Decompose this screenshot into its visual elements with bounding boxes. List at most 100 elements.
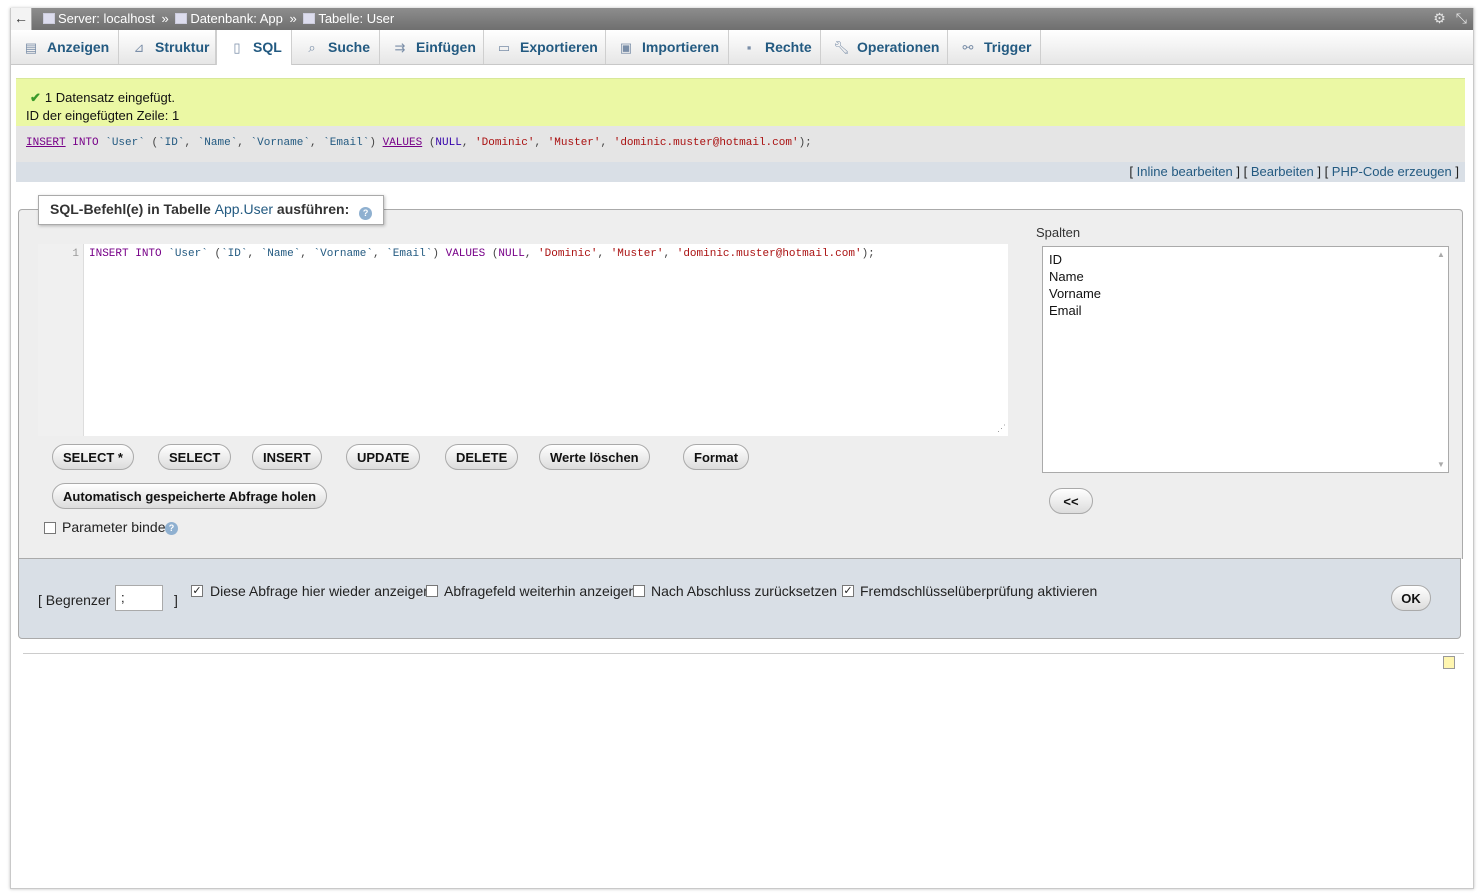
editor-content[interactable]: INSERT INTO `User` (`ID`, `Name`, `Vorna… (89, 248, 875, 260)
clear-values-button[interactable]: Werte löschen (539, 444, 650, 470)
privileges-icon: ▪ (746, 40, 752, 55)
table-browse-icon: ▤ (24, 40, 38, 55)
delimiter-input[interactable]: ; (115, 585, 163, 611)
gear-icon[interactable]: ⚙ (1433, 10, 1446, 26)
column-option-id[interactable]: ID (1049, 252, 1062, 267)
column-option-vorname[interactable]: Vorname (1049, 286, 1101, 301)
columns-listbox[interactable]: ID Name Vorname Email ▲ ▼ (1042, 246, 1449, 473)
resize-grip-icon[interactable]: ⋰ (997, 423, 1006, 434)
sql-editor[interactable]: 1 INSERT INTO `User` (`ID`, `Name`, `Vor… (38, 244, 1008, 436)
retain-query-box-checkbox[interactable] (426, 585, 438, 597)
bind-parameters-checkbox[interactable] (44, 522, 56, 534)
table-link[interactable]: App.User (215, 201, 273, 217)
tab-label: SQL (253, 39, 282, 55)
foreign-key-checks-label: Fremdschlüsselüberprüfung aktivieren (860, 583, 1098, 599)
restore-autosaved-query-button[interactable]: Automatisch gespeicherte Abfrage holen (52, 483, 328, 509)
tab-label: Anzeigen (47, 39, 110, 55)
structure-icon: ⊿ (133, 40, 145, 55)
table-icon (303, 13, 316, 24)
help-icon[interactable]: ? (359, 207, 373, 220)
delimiter-close: ] (174, 592, 178, 608)
breadcrumb-separator: » (161, 11, 169, 26)
tab-struktur[interactable]: ⊿ Struktur (119, 30, 216, 64)
select-all-button[interactable]: SELECT * (52, 444, 134, 470)
tab-label: Exportieren (520, 39, 598, 55)
show-query-again-checkbox[interactable]: ✓ (191, 585, 203, 597)
delimiter-label: [ Begrenzer (38, 592, 111, 608)
scroll-up-icon[interactable]: ▲ (1437, 250, 1445, 259)
breadcrumb-bar: ← Server: localhost » Datenbank: App » T… (11, 8, 1473, 30)
console-icon[interactable] (1443, 656, 1455, 669)
query-actions-bar: [ Inline bearbeiten ] [ Bearbeiten ] [ P… (16, 162, 1465, 182)
line-number-gutter: 1 (38, 244, 84, 436)
select-button[interactable]: SELECT (158, 444, 232, 470)
breadcrumb: Server: localhost » Datenbank: App » Tab… (43, 11, 394, 26)
rollback-label: Nach Abschluss zurücksetzen (651, 583, 837, 599)
edit-link[interactable]: Bearbeiten (1251, 164, 1314, 179)
format-button[interactable]: Format (683, 444, 750, 470)
query-options-bar: [ Begrenzer ; ] ✓ Diese Abfrage hier wie… (18, 558, 1461, 639)
column-option-email[interactable]: Email (1049, 303, 1082, 318)
executed-query-box: INSERT INTO `User` (`ID`, `Name`, `Vorna… (16, 126, 1465, 162)
delete-button[interactable]: DELETE (445, 444, 519, 470)
tab-operationen[interactable]: 🔧︎ Operationen (821, 30, 948, 64)
bind-parameters-label: Parameter binden (62, 519, 174, 535)
tab-sql[interactable]: ▯ SQL (216, 30, 292, 65)
trigger-icon: ⚯ (962, 40, 974, 55)
tab-importieren[interactable]: ▣ Importieren (606, 30, 729, 64)
checkmark-icon: ✔ (30, 90, 41, 105)
tab-trigger[interactable]: ⚯ Trigger (948, 30, 1041, 64)
breadcrumb-server[interactable]: Server: localhost (58, 11, 155, 26)
rollback-checkbox[interactable] (633, 585, 645, 597)
executed-query[interactable]: INSERT INTO `User` (`ID`, `Name`, `Vorna… (26, 137, 812, 149)
success-message: ✔ 1 Datensatz eingefügt. ID der eingefügt… (16, 78, 1465, 127)
tab-anzeigen[interactable]: ▤ Anzeigen (11, 30, 119, 64)
wrench-icon: 🔧︎ (833, 40, 850, 55)
column-option-name[interactable]: Name (1049, 269, 1084, 284)
tab-einfuegen[interactable]: ⇉ Einfügen (380, 30, 484, 64)
tab-label: Suche (328, 39, 371, 55)
export-icon: ▭ (497, 40, 511, 55)
back-arrow-icon[interactable]: ← (11, 8, 32, 30)
collapse-icon[interactable]: ⤡ (1456, 10, 1467, 26)
database-icon (175, 13, 188, 24)
tab-label: Rechte (765, 39, 812, 55)
columns-scrollbar[interactable]: ▲ ▼ (1434, 247, 1448, 472)
table-tabs: ▤ Anzeigen ⊿ Struktur ▯ SQL ⌕ Suche ⇉ Einfüge… (11, 30, 1473, 65)
tab-exportieren[interactable]: ▭ Exportieren (484, 30, 606, 64)
php-code-link[interactable]: PHP-Code erzeugen (1332, 164, 1452, 179)
breadcrumb-database[interactable]: Datenbank: App (190, 11, 283, 26)
breadcrumb-separator: » (289, 11, 297, 26)
tab-label: Struktur (155, 39, 210, 55)
insert-icon: ⇉ (394, 40, 406, 55)
success-line: ✔ 1 Datensatz eingefügt. (30, 90, 175, 106)
server-icon (43, 13, 55, 24)
breadcrumb-table[interactable]: Tabelle: User (318, 11, 394, 26)
ok-button[interactable]: OK (1391, 585, 1431, 611)
inserted-id-text: ID der eingefügten Zeile: 1 (26, 108, 180, 123)
insert-column-button[interactable]: << (1049, 488, 1093, 514)
tab-label: Trigger (984, 39, 1032, 55)
success-text: 1 Datensatz eingefügt. (44, 90, 175, 105)
search-icon: ⌕ (308, 40, 316, 55)
tab-label: Einfügen (416, 39, 476, 55)
line-number: 1 (72, 248, 79, 260)
foreign-key-checks-checkbox[interactable]: ✓ (842, 585, 854, 597)
insert-button[interactable]: INSERT (252, 444, 322, 470)
sql-icon: ▯ (233, 40, 241, 55)
divider (23, 653, 1464, 654)
import-icon: ▣ (619, 40, 633, 55)
tab-suche[interactable]: ⌕ Suche (292, 30, 380, 64)
help-icon[interactable]: ? (165, 522, 178, 535)
legend-prefix: SQL-Befehl(e) in Tabelle (50, 201, 211, 217)
scroll-down-icon[interactable]: ▼ (1437, 460, 1445, 469)
retain-query-box-label: Abfragefeld weiterhin anzeigen (444, 583, 637, 599)
tab-rechte[interactable]: ▪ Rechte (729, 30, 821, 64)
tab-label: Importieren (642, 39, 720, 55)
legend-suffix: ausführen: (276, 201, 350, 217)
inline-edit-link[interactable]: Inline bearbeiten (1137, 164, 1233, 179)
update-button[interactable]: UPDATE (346, 444, 421, 470)
phpmyadmin-window: ← Server: localhost » Datenbank: App » T… (10, 8, 1474, 889)
columns-label: Spalten (1036, 225, 1081, 240)
window-controls: ⚙ ⤡ (1423, 10, 1467, 27)
